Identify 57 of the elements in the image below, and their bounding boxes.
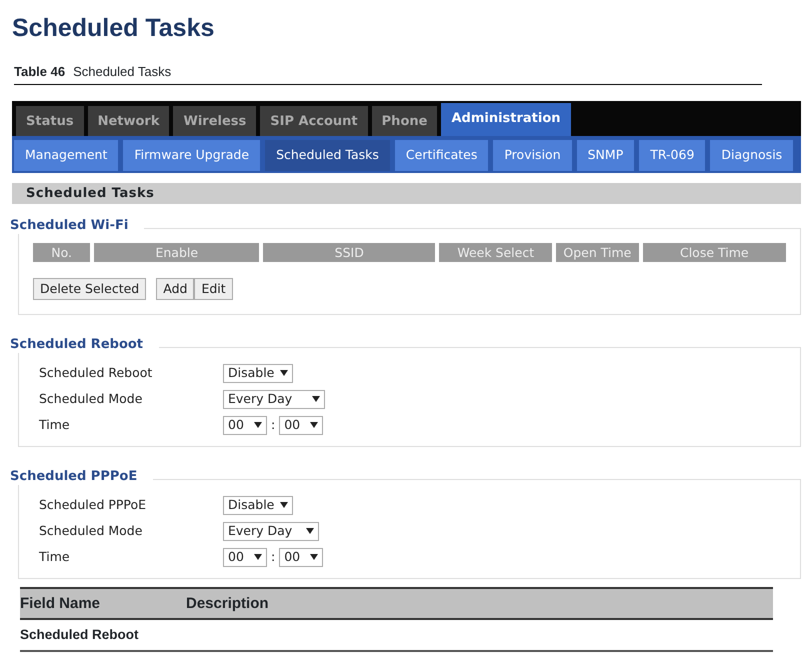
caret-icon <box>254 554 262 560</box>
column-header: No. <box>33 242 90 262</box>
column-header: Enable <box>94 242 260 262</box>
dropdown[interactable]: Disable <box>223 496 293 515</box>
caret-icon <box>312 396 320 402</box>
sub-nav-tab[interactable]: SNMP <box>576 140 634 170</box>
caret-icon <box>306 528 314 534</box>
caption-title: Scheduled Tasks <box>73 64 172 79</box>
sub-nav-tab[interactable]: Diagnosis <box>710 140 794 170</box>
nav-tab[interactable]: Network <box>88 106 170 136</box>
nav-tab[interactable]: SIP Account <box>260 106 368 136</box>
dropdown[interactable]: Disable <box>223 364 293 383</box>
caption-label: Table 46 <box>14 64 66 79</box>
nav-tab[interactable]: Status <box>16 106 84 136</box>
field-label: Time <box>38 416 71 434</box>
section-legend: Scheduled PPPoE <box>10 469 154 486</box>
action-button[interactable]: Add <box>156 278 194 300</box>
action-button[interactable]: Edit <box>194 278 233 300</box>
column-header: Field Name <box>20 594 102 614</box>
section-legend: Scheduled Reboot <box>10 337 160 354</box>
sub-nav-tab[interactable]: TR-069 <box>639 140 706 170</box>
time-separator: : <box>271 416 276 434</box>
caret-icon <box>254 422 262 428</box>
field-label: Time <box>38 548 71 566</box>
field-label: Scheduled Mode <box>38 522 144 540</box>
nav-tab[interactable]: Wireless <box>173 106 256 136</box>
page-heading: Scheduled Tasks <box>12 13 216 44</box>
section-legend: Scheduled Wi-Fi <box>10 218 144 234</box>
sub-nav-tab[interactable]: Scheduled Tasks <box>265 140 390 170</box>
dropdown[interactable]: 00 <box>223 416 267 435</box>
sub-nav-tab[interactable]: Certificates <box>394 140 488 170</box>
time-separator: : <box>271 548 276 566</box>
nav-tab[interactable]: Administration <box>441 102 571 136</box>
column-header: Open Time <box>556 242 639 262</box>
dropdown[interactable]: 00 <box>223 548 267 567</box>
field-label: Scheduled Reboot <box>38 364 154 382</box>
action-button[interactable]: Delete Selected <box>33 278 146 300</box>
dropdown[interactable]: Every Day <box>223 522 319 541</box>
table-cell-text: Scheduled Reboot <box>20 626 140 644</box>
column-header: Description <box>186 594 269 614</box>
field-label: Scheduled PPPoE <box>38 496 148 514</box>
caret-icon <box>280 370 288 376</box>
column-header: SSID <box>263 242 436 262</box>
column-header: Close Time <box>642 242 786 262</box>
caret-icon <box>310 554 318 560</box>
section-header: Scheduled Tasks <box>12 182 801 204</box>
caret-icon <box>280 502 288 508</box>
nav-tab[interactable]: Phone <box>372 106 438 136</box>
sub-nav-tab[interactable]: Management <box>14 140 118 170</box>
field-label: Scheduled Mode <box>38 390 144 408</box>
dropdown[interactable]: Every Day <box>223 390 325 409</box>
sub-nav-tab[interactable]: Firmware Upgrade <box>123 140 260 170</box>
caret-icon <box>310 422 318 428</box>
column-header: Week Select <box>439 242 552 262</box>
dropdown[interactable]: 00 <box>279 548 324 567</box>
dropdown[interactable]: 00 <box>279 416 324 435</box>
sub-nav-tab[interactable]: Provision <box>493 140 572 170</box>
